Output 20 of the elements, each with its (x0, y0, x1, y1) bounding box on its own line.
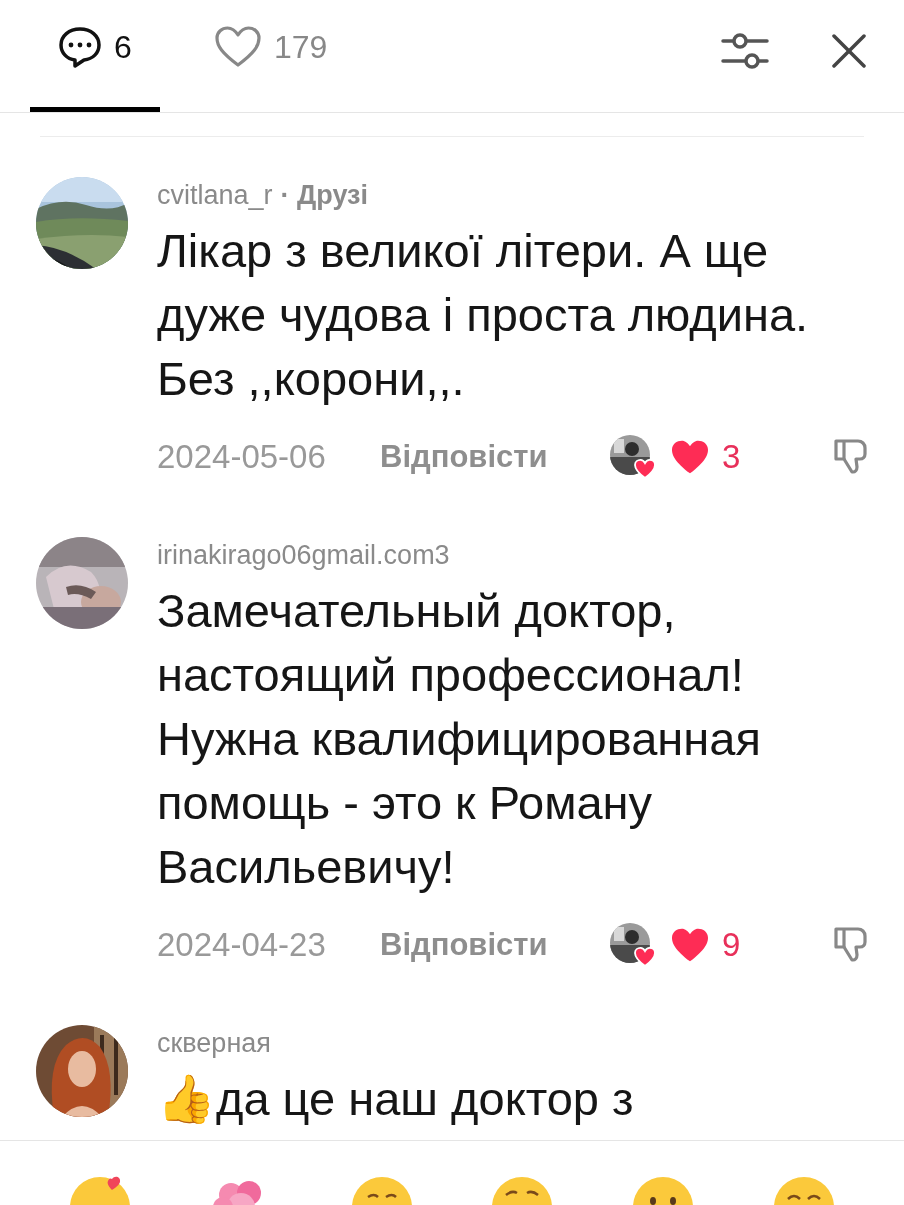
heart-icon (670, 439, 710, 475)
heart-icon (214, 24, 262, 69)
speech-bubble-icon (58, 25, 103, 68)
comment-date: 2024-05-06 (157, 437, 327, 478)
reply-link[interactable]: Відповісти (380, 433, 610, 481)
reply-link[interactable]: Відповісти (380, 921, 610, 969)
username[interactable]: скверная (157, 1025, 271, 1061)
close-icon[interactable] (832, 34, 866, 68)
comment-text: 👍да це наш доктор з (157, 1071, 635, 1127)
friend-label: · Друзі (280, 179, 368, 212)
tab[interactable]: 179 (210, 0, 332, 112)
tab[interactable]: 6 (30, 0, 160, 112)
comment-date: 2024-04-23 (157, 925, 327, 966)
like-button[interactable]: 9 (670, 920, 741, 970)
username[interactable]: cvitlana_r (157, 177, 273, 213)
comment-text: Лікар з великої літери. А ще дуже чудова і проста людина. Без ,,корони,,. (157, 223, 810, 407)
comment-text: Замечательный доктор, настоящий профессионал! Нужна квалифицированная помощь - это к Роману Васильевичу! (157, 583, 762, 895)
username[interactable]: irinakirago06gmail.com3 (157, 537, 450, 573)
heart-icon (670, 927, 710, 963)
like-button[interactable]: 3 (670, 432, 741, 482)
